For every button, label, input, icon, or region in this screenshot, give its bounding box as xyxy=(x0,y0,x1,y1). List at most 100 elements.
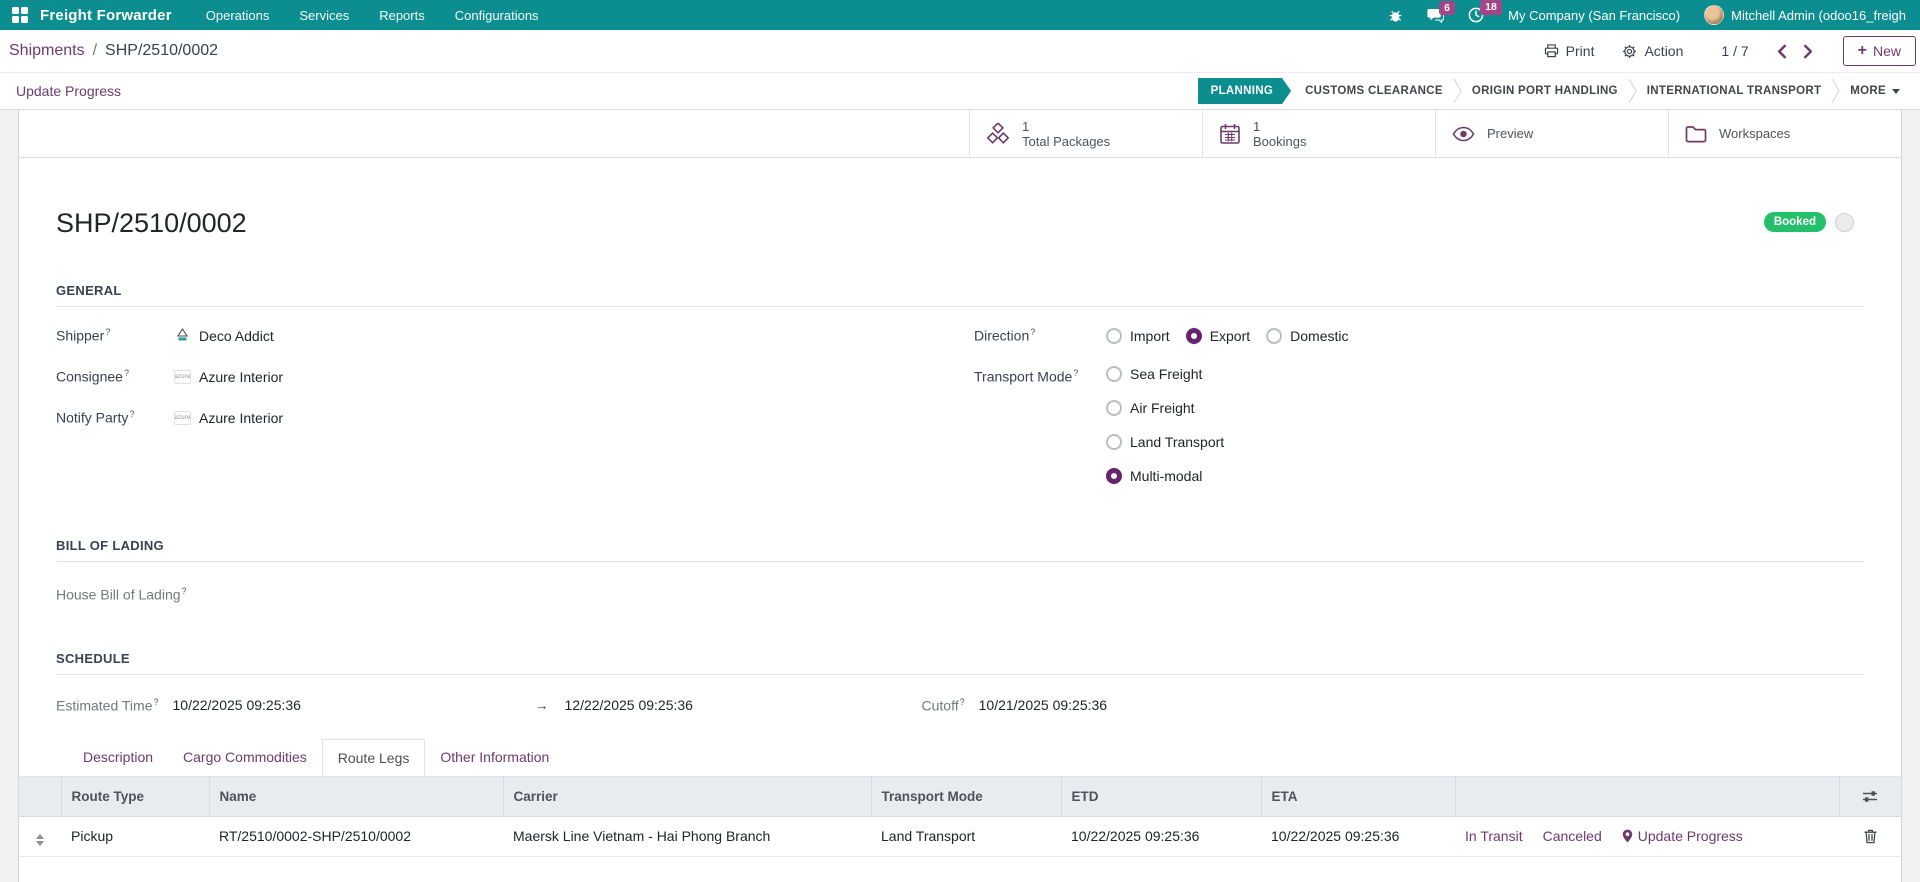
name-cell: RT/2510/0002-SHP/2510/0002 xyxy=(209,816,503,857)
azure-interior-logo: azure xyxy=(174,410,191,425)
tab-route-legs[interactable]: Route Legs xyxy=(321,738,426,776)
menu-reports[interactable]: Reports xyxy=(379,8,425,23)
help-marker: ? xyxy=(153,697,159,707)
packages-icon xyxy=(986,122,1010,144)
help-marker: ? xyxy=(129,409,135,420)
transport-sea-freight-radio[interactable]: Sea Freight xyxy=(1106,366,1224,382)
messages-count-badge: 6 xyxy=(1439,0,1455,15)
new-button[interactable]: + New xyxy=(1842,36,1916,66)
bill-of-lading-section-heading: BILL OF LADING xyxy=(56,538,1864,562)
direction-radio-group: Import Export Domestic xyxy=(1106,327,1349,344)
update-progress-button[interactable]: Update Progress xyxy=(16,83,121,99)
cutoff-label: Cutoff? xyxy=(921,697,965,714)
transport-mode-cell: Land Transport xyxy=(871,816,1061,857)
total-packages-value: 1 xyxy=(1022,118,1030,134)
schedule-section-heading: SCHEDULE xyxy=(56,651,1864,675)
estimated-start-datetime[interactable]: 10/22/2025 09:25:36 xyxy=(173,697,535,713)
notebook-tabs: Description Cargo Commodities Route Legs… xyxy=(19,738,1901,776)
house-bl-label: House Bill of Lading? xyxy=(56,586,187,603)
activities-clock-icon[interactable]: 18 xyxy=(1468,0,1502,23)
direction-export-radio[interactable]: Export xyxy=(1185,327,1250,344)
carrier-header[interactable]: Carrier xyxy=(503,775,872,817)
menu-services[interactable]: Services xyxy=(299,8,349,23)
pager-next-icon[interactable] xyxy=(1795,40,1821,63)
menu-configurations[interactable]: Configurations xyxy=(455,8,539,23)
trash-icon[interactable] xyxy=(1863,829,1877,844)
breadcrumb-shipments-link[interactable]: Shipments xyxy=(9,42,85,60)
step-more-dropdown[interactable]: MORE xyxy=(1840,85,1910,97)
estimated-end-datetime[interactable]: 12/22/2025 09:25:36 xyxy=(565,697,922,713)
booked-status-badge: Booked xyxy=(1763,212,1826,232)
bookings-button[interactable]: 1 Bookings xyxy=(1202,110,1435,157)
house-bl-field[interactable]: House Bill of Lading? xyxy=(56,584,1864,605)
route-type-cell: Pickup xyxy=(61,816,209,857)
optional-columns-header xyxy=(1839,775,1901,817)
shipper-value[interactable]: Deco Addict xyxy=(174,327,274,344)
breadcrumb: Shipments / SHP/2510/0002 xyxy=(9,42,218,60)
step-origin-port-handling[interactable]: ORIGIN PORT HANDLING xyxy=(1462,85,1628,97)
form-view: 1 Total Packages 1 Bookings Preview Work… xyxy=(0,110,1920,882)
route-leg-row[interactable]: Pickup RT/2510/0002-SHP/2510/0002 Maersk… xyxy=(19,816,1901,857)
direction-domestic-radio[interactable]: Domestic xyxy=(1266,327,1349,344)
delete-row-cell xyxy=(1839,816,1901,857)
canceled-button[interactable]: Canceled xyxy=(1543,828,1602,844)
step-customs-clearance[interactable]: CUSTOMS CLEARANCE xyxy=(1295,85,1453,97)
help-marker: ? xyxy=(1030,327,1036,338)
record-pager[interactable]: 1 / 7 xyxy=(1721,43,1748,59)
help-marker: ? xyxy=(123,368,129,379)
date-range-arrow: → xyxy=(534,697,549,714)
radio-icon xyxy=(1106,400,1122,416)
workspaces-button[interactable]: Workspaces xyxy=(1668,110,1901,157)
step-planning[interactable]: PLANNING xyxy=(1198,78,1291,104)
new-label: New xyxy=(1872,43,1901,59)
pager-previous-icon[interactable] xyxy=(1769,40,1795,63)
route-type-header[interactable]: Route Type xyxy=(61,775,210,817)
row-update-progress-button[interactable]: Update Progress xyxy=(1622,828,1743,844)
preview-button[interactable]: Preview xyxy=(1435,110,1668,157)
printer-icon xyxy=(1544,44,1558,58)
total-packages-label: Total Packages xyxy=(1022,133,1111,149)
name-header[interactable]: Name xyxy=(209,775,504,817)
step-international-transport[interactable]: INTERNATIONAL TRANSPORT xyxy=(1637,85,1832,97)
cutoff-datetime[interactable]: 10/21/2025 09:25:36 xyxy=(979,697,1107,713)
app-name[interactable]: Freight Forwarder xyxy=(40,7,172,24)
tab-other-information[interactable]: Other Information xyxy=(425,739,564,776)
notebook: Description Cargo Commodities Route Legs… xyxy=(19,738,1901,857)
in-transit-button[interactable]: In Transit xyxy=(1465,828,1523,844)
transport-land-transport-radio[interactable]: Land Transport xyxy=(1106,434,1224,450)
transport-multi-modal-radio[interactable]: Multi-modal xyxy=(1106,468,1224,484)
general-section-heading: GENERAL xyxy=(56,283,1864,307)
etd-header[interactable]: ETD xyxy=(1061,775,1262,817)
column-settings-icon[interactable] xyxy=(1862,789,1878,804)
total-packages-button[interactable]: 1 Total Packages xyxy=(969,110,1202,157)
activity-status-circle[interactable] xyxy=(1835,212,1854,232)
user-name: Mitchell Admin (odoo16_freigh xyxy=(1731,7,1906,23)
workspaces-label: Workspaces xyxy=(1719,126,1791,141)
company-switcher[interactable]: My Company (San Francisco) xyxy=(1508,8,1680,23)
print-button[interactable]: Print xyxy=(1544,43,1594,59)
eta-header[interactable]: ETA xyxy=(1261,775,1456,817)
action-button[interactable]: Action xyxy=(1622,43,1683,59)
radio-icon xyxy=(1106,434,1122,450)
apps-menu-icon[interactable] xyxy=(12,7,28,23)
transport-mode-label: Transport Mode? xyxy=(974,368,1079,385)
transport-mode-field: Transport Mode? Sea Freight Air Freight … xyxy=(974,366,1864,484)
debug-bug-icon[interactable] xyxy=(1388,8,1403,23)
menu-operations[interactable]: Operations xyxy=(206,8,270,23)
radio-checked-icon xyxy=(1106,468,1122,484)
transport-mode-header[interactable]: Transport Mode xyxy=(871,775,1062,817)
user-menu[interactable]: Mitchell Admin (odoo16_freigh xyxy=(1704,5,1906,25)
consignee-value[interactable]: azure Azure Interior xyxy=(174,369,283,385)
handle-column-header xyxy=(19,775,62,817)
row-drag-handle[interactable] xyxy=(19,816,61,857)
tab-cargo-commodities[interactable]: Cargo Commodities xyxy=(168,739,322,776)
messages-icon[interactable]: 6 xyxy=(1427,0,1455,23)
help-marker: ? xyxy=(105,327,111,338)
tab-description[interactable]: Description xyxy=(68,739,168,776)
breadcrumb-separator: / xyxy=(92,42,98,59)
caret-down-icon xyxy=(1892,88,1900,94)
transport-air-freight-radio[interactable]: Air Freight xyxy=(1106,400,1224,416)
notify-party-value[interactable]: azure Azure Interior xyxy=(174,410,283,426)
direction-import-radio[interactable]: Import xyxy=(1106,327,1170,344)
eye-icon xyxy=(1452,126,1475,141)
